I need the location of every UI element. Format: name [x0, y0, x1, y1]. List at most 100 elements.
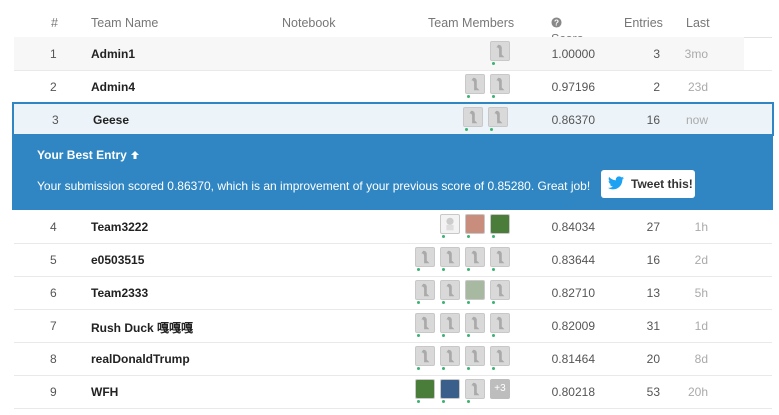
score-cell: 0.81464	[551, 352, 595, 366]
member-avatar[interactable]	[465, 74, 485, 98]
score-cell: 0.97196	[551, 80, 595, 94]
rank-cell: 9	[50, 385, 57, 399]
member-avatar[interactable]	[440, 280, 460, 304]
help-icon[interactable]: ?	[551, 17, 562, 28]
member-avatar[interactable]	[490, 247, 510, 271]
entries-cell: 53	[646, 385, 660, 399]
last-cell: 1h	[694, 220, 708, 234]
table-row[interactable]: 2 Admin4 0.97196 2 23d	[14, 70, 772, 104]
goose-icon	[421, 250, 430, 264]
last-cell: 23d	[687, 80, 708, 94]
last-cell: 1d	[694, 319, 708, 333]
member-avatar[interactable]	[490, 41, 510, 65]
member-avatar[interactable]	[415, 379, 435, 403]
goose-icon	[421, 316, 430, 330]
table-row[interactable]: 5 e0503515 0.83644 16 2d	[14, 243, 772, 277]
last-column-header[interactable]: Last	[686, 16, 710, 30]
goose-icon	[471, 382, 480, 396]
member-avatar[interactable]	[490, 346, 510, 370]
notebook-column-header[interactable]: Notebook	[282, 16, 336, 30]
more-members-badge[interactable]: +3	[490, 379, 510, 399]
goose-icon	[496, 77, 505, 91]
member-avatar[interactable]	[415, 313, 435, 337]
table-row[interactable]: 6 Team2333 0.82710 13 5h	[14, 276, 772, 310]
team-name-link[interactable]: Admin4	[91, 80, 135, 94]
goose-icon	[446, 283, 455, 297]
team-name-link[interactable]: Rush Duck 嘎嘎嘎	[91, 319, 193, 336]
score-cell: 0.80218	[551, 385, 595, 399]
member-avatar[interactable]	[465, 280, 485, 304]
table-row-selected[interactable]: 3 Geese 0.86370 16 now	[12, 102, 774, 136]
entries-cell: 31	[646, 319, 660, 333]
table-row[interactable]: 8 realDonaldTrump 0.81464 20 8d	[14, 342, 772, 376]
entries-cell: 27	[646, 220, 660, 234]
goose-icon	[471, 316, 480, 330]
team-name-column-header[interactable]: Team Name	[91, 16, 158, 30]
goose-icon	[446, 316, 455, 330]
goose-icon	[446, 250, 455, 264]
entries-cell: 13	[646, 286, 660, 300]
table-row[interactable]: 4 Team3222 0.84034 27 1h	[14, 210, 772, 244]
member-avatar[interactable]	[465, 247, 485, 271]
robot-icon	[446, 217, 454, 231]
score-cell: 0.83644	[551, 253, 595, 267]
team-members-column-header[interactable]: Team Members	[428, 16, 514, 30]
table-row[interactable]: 7 Rush Duck 嘎嘎嘎 0.82009 31 1d	[14, 309, 772, 343]
member-avatar[interactable]	[465, 214, 485, 238]
member-avatar[interactable]	[440, 379, 460, 403]
entries-column-header[interactable]: Entries	[624, 16, 663, 30]
member-avatar[interactable]	[440, 346, 460, 370]
last-cell: 8d	[694, 352, 708, 366]
score-column-header[interactable]: Score ?	[551, 16, 584, 46]
member-avatar[interactable]	[463, 107, 483, 131]
member-avatar[interactable]	[465, 313, 485, 337]
member-avatar[interactable]	[490, 74, 510, 98]
team-name-link[interactable]: Geese	[93, 113, 129, 127]
score-cell: 0.82710	[551, 286, 595, 300]
goose-icon	[471, 77, 480, 91]
member-avatar[interactable]	[440, 313, 460, 337]
last-cell: 2d	[694, 253, 708, 267]
rank-cell: 2	[50, 80, 57, 94]
member-avatar[interactable]	[465, 346, 485, 370]
rank-column-header[interactable]: #	[51, 16, 58, 30]
team-name-link[interactable]: Team2333	[91, 286, 148, 300]
table-row[interactable]: 1 Admin1 1.00000 3 3mo	[14, 37, 772, 71]
best-entry-banner: Your Best Entry Your submission scored 0…	[12, 135, 773, 210]
score-cell: 0.82009	[551, 319, 595, 333]
member-avatar[interactable]	[440, 247, 460, 271]
team-name-link[interactable]: Admin1	[91, 47, 135, 61]
team-name-link[interactable]: WFH	[91, 385, 118, 399]
improvement-message: Your submission scored 0.86370, which is…	[37, 179, 591, 193]
member-avatar[interactable]	[415, 280, 435, 304]
entries-cell: 16	[646, 113, 660, 127]
member-avatar[interactable]	[415, 346, 435, 370]
best-entry-title: Your Best Entry	[37, 148, 140, 162]
goose-icon	[421, 349, 430, 363]
member-avatar[interactable]	[415, 247, 435, 271]
tweet-label: Tweet this!	[631, 177, 693, 191]
rank-cell: 8	[50, 352, 57, 366]
member-avatar[interactable]	[465, 379, 485, 403]
rank-cell: 6	[50, 286, 57, 300]
rank-cell: 1	[50, 47, 57, 61]
rank-cell: 5	[50, 253, 57, 267]
member-avatar[interactable]	[488, 107, 508, 131]
team-name-link[interactable]: Team3222	[91, 220, 148, 234]
table-row[interactable]: 9 WFH +3 0.80218 53 20h	[14, 375, 772, 409]
last-cell: 3mo	[684, 47, 708, 61]
score-cell: 0.84034	[551, 220, 595, 234]
member-avatar[interactable]	[490, 214, 510, 238]
twitter-icon	[608, 176, 624, 190]
member-avatar[interactable]	[440, 214, 460, 238]
rank-cell: 7	[50, 319, 57, 333]
tweet-button[interactable]: Tweet this!	[601, 170, 695, 198]
team-name-link[interactable]: realDonaldTrump	[91, 352, 190, 366]
member-avatar[interactable]	[490, 280, 510, 304]
goose-icon	[496, 250, 505, 264]
leaderboard-header: # Team Name Notebook Team Members Score …	[14, 0, 772, 46]
last-cell: 5h	[694, 286, 708, 300]
svg-text:?: ?	[554, 18, 559, 27]
member-avatar[interactable]	[490, 313, 510, 337]
team-name-link[interactable]: e0503515	[91, 253, 144, 267]
